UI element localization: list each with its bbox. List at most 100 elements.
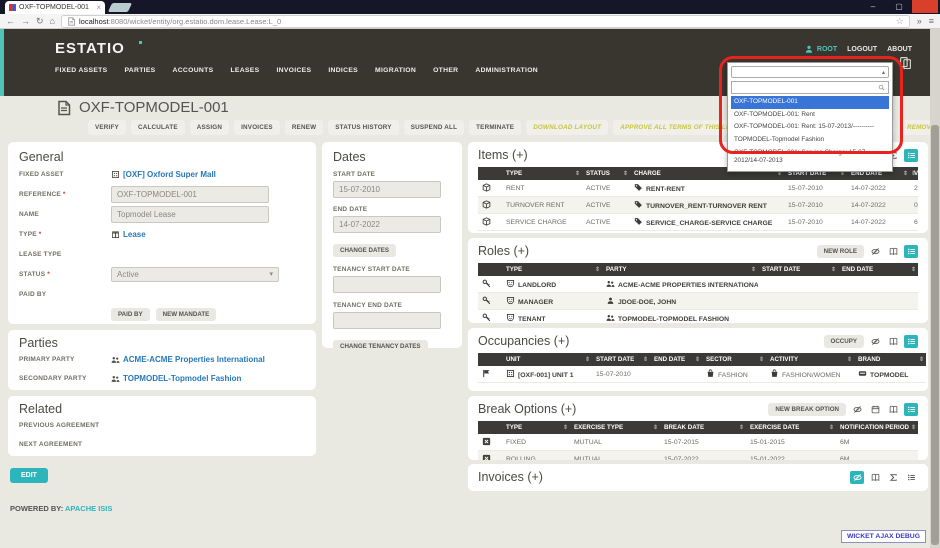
row-icon-cell[interactable] bbox=[478, 366, 502, 383]
sort-icon[interactable]: ⇕ bbox=[751, 266, 756, 273]
cal-tool-button[interactable] bbox=[868, 403, 882, 416]
roles-add-action[interactable]: (+) bbox=[513, 244, 529, 258]
dropdown-option[interactable]: OXF-TOPMODEL-001: Rent: 15-07-2013/-----… bbox=[731, 121, 889, 134]
list-tool-button[interactable] bbox=[904, 148, 918, 162]
column-header-type[interactable]: TYPE ⇕ bbox=[502, 263, 602, 276]
main-menu-item[interactable]: INDICES bbox=[328, 67, 358, 74]
key-icon[interactable] bbox=[482, 313, 491, 322]
occupancies-add-action[interactable]: (+) bbox=[554, 334, 570, 348]
back-icon[interactable]: ← bbox=[6, 16, 15, 26]
sort-icon[interactable]: ⇕ bbox=[653, 424, 658, 431]
cell[interactable]: [OXF-001] UNIT 1 bbox=[502, 366, 592, 383]
cell[interactable]: TOPMODEL-TOPMODEL FASHION bbox=[602, 309, 758, 323]
sort-icon[interactable]: ⇕ bbox=[911, 424, 916, 431]
paid-by-button[interactable]: PAID BY bbox=[111, 308, 150, 321]
box-icon[interactable] bbox=[482, 200, 491, 209]
table-row[interactable]: RENT ACTIVE RENT-RENT 15-07-2010 14-07-2022 2… bbox=[478, 180, 918, 197]
cell[interactable]: ACME-ACME PROPERTIES INTERNATIONAL bbox=[602, 276, 758, 293]
name-field[interactable] bbox=[111, 205, 269, 223]
sort-icon[interactable]: ⇕ bbox=[585, 356, 590, 363]
main-menu-item[interactable]: ADMINISTRATION bbox=[475, 67, 538, 74]
scrollbar-thumb[interactable] bbox=[931, 125, 939, 545]
column-header-start-date[interactable]: START DATE ⇕ bbox=[758, 263, 838, 276]
dropdown-option[interactable]: OXF-TOPMODEL-001: Rent bbox=[731, 109, 889, 122]
copy-link-icon[interactable] bbox=[899, 55, 915, 73]
main-menu-item[interactable]: PARTIES bbox=[124, 67, 155, 74]
column-header-party[interactable]: PARTY ⇕ bbox=[602, 263, 758, 276]
wicket-ajax-debug-link[interactable]: WICKET AJAX DEBUG bbox=[840, 530, 926, 543]
eye-tool-button[interactable] bbox=[868, 245, 882, 258]
sort-icon[interactable]: ⇕ bbox=[831, 266, 836, 273]
apache-isis-link[interactable]: APACHE ISIS bbox=[65, 504, 112, 513]
xbox-icon[interactable] bbox=[482, 437, 491, 446]
row-icon-cell[interactable] bbox=[478, 434, 502, 451]
sort-icon[interactable]: ⇕ bbox=[903, 170, 908, 177]
new-mandate-button[interactable]: NEW MANDATE bbox=[155, 308, 217, 321]
cell[interactable]: MANAGER bbox=[502, 292, 602, 310]
browser-menu-icon[interactable]: ≡ bbox=[929, 16, 934, 26]
sigma-tool-button[interactable] bbox=[886, 471, 900, 484]
sort-icon[interactable]: ⇕ bbox=[643, 356, 648, 363]
end-date-field[interactable] bbox=[333, 216, 441, 233]
list-tool-button[interactable] bbox=[904, 334, 918, 348]
column-header-end-date[interactable]: END DATE ⇕ bbox=[838, 263, 918, 276]
table-row[interactable]: FIXED MUTUAL 15-07-2015 15-01-2015 6M bbox=[478, 434, 918, 451]
new-break-option-button[interactable]: NEW BREAK OPTION bbox=[768, 402, 846, 416]
action-button[interactable]: SUSPEND ALL bbox=[403, 120, 465, 135]
column-header-exercise-date[interactable]: EXERCISE DATE ⇕ bbox=[746, 421, 836, 434]
app-logo[interactable]: ESTATIO bbox=[55, 40, 142, 57]
action-button[interactable]: STATUS HISTORY bbox=[328, 120, 399, 135]
reload-icon[interactable]: ↻ bbox=[36, 16, 44, 27]
main-menu-item[interactable]: ACCOUNTS bbox=[173, 67, 214, 74]
row-icon-cell[interactable] bbox=[478, 309, 502, 323]
cell[interactable]: LANDLORD bbox=[502, 276, 602, 293]
new-role-button[interactable]: NEW ROLE bbox=[816, 244, 864, 258]
cell[interactable]: TENANT bbox=[502, 309, 602, 323]
action-button[interactable]: VERIFY bbox=[88, 120, 126, 135]
window-close-button[interactable] bbox=[912, 0, 938, 13]
cell[interactable]: RENT-RENT bbox=[630, 180, 784, 197]
secondary-party-link[interactable]: TOPMODEL-Topmodel Fashion bbox=[111, 374, 241, 383]
occupy-button[interactable]: OCCUPY bbox=[823, 334, 864, 348]
break-options-add-action[interactable]: (+) bbox=[561, 402, 577, 416]
type-link[interactable]: Lease bbox=[111, 230, 146, 239]
row-icon-cell[interactable] bbox=[478, 450, 502, 460]
column-header-brand[interactable]: BRAND ⇕ bbox=[854, 353, 926, 366]
sort-icon[interactable]: ⇕ bbox=[911, 170, 916, 177]
sort-icon[interactable]: ⇕ bbox=[695, 356, 700, 363]
action-button[interactable]: CALCULATE bbox=[130, 120, 185, 135]
start-date-field[interactable] bbox=[333, 181, 441, 198]
action-button[interactable]: ASSIGN bbox=[189, 120, 230, 135]
sort-icon[interactable]: ⇕ bbox=[595, 266, 600, 273]
bookmark-star-icon[interactable]: ☆ bbox=[896, 16, 904, 27]
row-icon-cell[interactable] bbox=[478, 196, 502, 214]
table-row[interactable]: LANDLORD ACME-ACME PROPERTIES INTERNATION… bbox=[478, 276, 918, 293]
table-row[interactable]: [OXF-001] UNIT 1 15-07-2010 FASHION FASHION… bbox=[478, 366, 926, 383]
scrollbar-track[interactable] bbox=[930, 29, 940, 548]
sort-icon[interactable]: ⇕ bbox=[563, 424, 568, 431]
about-link[interactable]: ABOUT bbox=[887, 46, 912, 53]
xbox-icon[interactable] bbox=[482, 454, 491, 460]
column-header-break-date[interactable]: BREAK DATE ⇕ bbox=[660, 421, 746, 434]
main-menu-item[interactable]: INVOICES bbox=[276, 67, 311, 74]
column-header-value[interactable]: VALUE⇕ bbox=[910, 167, 918, 180]
box-icon[interactable] bbox=[482, 217, 491, 226]
column-header-end-date[interactable]: END DATE ⇕ bbox=[650, 353, 702, 366]
sort-icon[interactable]: ⇕ bbox=[847, 356, 852, 363]
dropdown-option[interactable]: OXF-TOPMODEL-001 bbox=[731, 96, 889, 109]
invoices-add-action[interactable]: (+) bbox=[527, 470, 543, 484]
list-tool-button[interactable] bbox=[904, 244, 918, 258]
tab-close-icon[interactable]: × bbox=[96, 3, 101, 12]
home-icon[interactable]: ⌂ bbox=[50, 16, 55, 26]
window-minimize-button[interactable]: – bbox=[860, 0, 886, 13]
sort-icon[interactable]: ⇕ bbox=[623, 170, 628, 177]
sort-icon[interactable]: ⇕ bbox=[575, 170, 580, 177]
sort-icon[interactable]: ⇕ bbox=[829, 424, 834, 431]
eye-tool-button[interactable] bbox=[850, 470, 864, 484]
dropdown-option[interactable]: TOPMODEL-Topmodel Fashion bbox=[731, 134, 889, 147]
dropdown-select-box[interactable]: ▴ bbox=[731, 66, 889, 78]
key-icon[interactable] bbox=[482, 279, 491, 288]
tenancy-start-date-field[interactable] bbox=[333, 276, 441, 293]
row-icon-cell[interactable] bbox=[478, 292, 502, 310]
flag-icon[interactable] bbox=[482, 369, 491, 378]
